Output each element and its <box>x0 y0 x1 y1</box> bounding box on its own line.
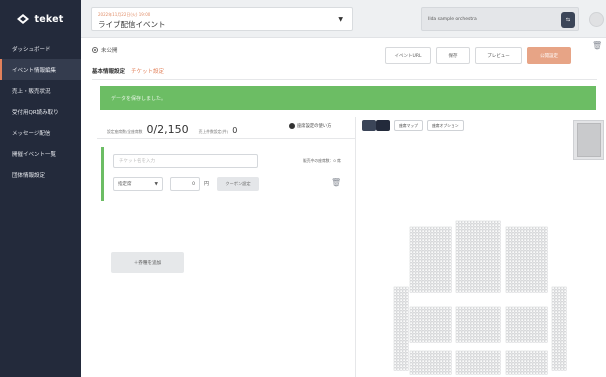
action-buttons: イベントURL 保存 プレビュー 公開設定 <box>385 47 571 64</box>
save-button[interactable]: 保存 <box>436 47 470 64</box>
success-banner: データを保存しました。 <box>100 86 596 110</box>
logo[interactable]: teket <box>0 0 81 38</box>
tabs-divider <box>92 79 597 80</box>
avatar[interactable] <box>589 12 604 27</box>
panel-divider <box>97 138 355 139</box>
seat-map[interactable] <box>366 117 606 377</box>
ticket-panel: 設定座席数/全座席数 0/2,150 売上件数設定(件) 0 座席設定の使い方 … <box>97 117 355 372</box>
event-url-button[interactable]: イベントURL <box>385 47 431 64</box>
status-label: 未公開 <box>101 48 118 54</box>
status-dot-icon <box>92 47 98 53</box>
org-name: Ilda sample orchestra <box>428 17 477 22</box>
trash-icon[interactable]: 🗑 <box>331 178 341 187</box>
main-content: 未公開 イベントURL 保存 プレビュー 公開設定 🗑 基本情報設定 チケット設… <box>81 38 606 377</box>
switch-arrows-icon[interactable]: ⇆ <box>561 12 575 28</box>
sidebar-item-qr-reader[interactable]: 受付用QR読み取り <box>0 101 81 122</box>
sidebar-item-dashboard[interactable]: ダッシュボード <box>0 38 81 59</box>
event-select[interactable]: 2022年11月22日(火) 19:00 ライブ配信イベント ▼ <box>91 7 353 31</box>
sidebar-item-sales[interactable]: 売上・販売状況 <box>0 80 81 101</box>
trash-icon[interactable]: 🗑 <box>592 41 602 50</box>
caret-down-icon: ▼ <box>154 181 158 187</box>
ticket-price-input[interactable]: 0 <box>170 177 200 191</box>
logo-text: teket <box>34 13 64 25</box>
event-name: ライブ配信イベント <box>98 20 166 29</box>
ticket-type-value: 指定席 <box>118 182 132 187</box>
sidebar-nav: ダッシュボード イベント情報編集 売上・販売状況 受付用QR読み取り メッセージ… <box>0 38 81 185</box>
ticket-card: チケット名を入力 販売中の座席数：0 席 指定席 ▼ 0 円 クーポン設定 🗑 <box>101 147 345 201</box>
ticket-type-select[interactable]: 指定席 ▼ <box>113 177 163 191</box>
limit-value: 0 <box>232 126 238 135</box>
question-icon <box>289 123 295 129</box>
teket-logo-icon <box>17 14 30 24</box>
yen-label: 円 <box>204 181 210 187</box>
topbar: 2022年11月22日(火) 19:00 ライブ配信イベント ▼ Ilda sa… <box>81 0 606 38</box>
event-date: 2022年11月22日(火) 19:00 <box>98 12 151 17</box>
status-indicator: 未公開 <box>92 46 118 54</box>
publish-button[interactable]: 公開設定 <box>527 47 571 64</box>
sidebar: teket ダッシュボード イベント情報編集 売上・販売状況 受付用QR読み取り… <box>0 0 81 377</box>
coupon-button[interactable]: クーポン設定 <box>217 177 259 191</box>
seat-counts: 設定座席数/全座席数 0/2,150 売上件数設定(件) 0 <box>107 123 237 136</box>
sidebar-item-messages[interactable]: メッセージ配信 <box>0 122 81 143</box>
limit-label: 売上件数設定(件) <box>198 129 229 134</box>
sold-label: 設定座席数/全座席数 <box>107 129 143 134</box>
guide-label: 座席設定の使い方 <box>297 124 332 129</box>
ticket-name-input[interactable]: チケット名を入力 <box>113 154 258 168</box>
caret-down-icon: ▼ <box>338 16 343 23</box>
seat-guide-link[interactable]: 座席設定の使い方 <box>289 123 331 129</box>
seatmap-panel: 座席マップ 座席オプション <box>355 117 606 377</box>
org-select[interactable]: Ilda sample orchestra ⇆ <box>421 7 579 31</box>
sidebar-item-event-list[interactable]: 開催イベント一覧 <box>0 143 81 164</box>
add-ticket-button[interactable]: ＋券種を追加 <box>111 252 184 273</box>
sale-count-label: 販売中の座席数：0 席 <box>303 158 341 163</box>
sold-value: 0/2,150 <box>146 123 189 136</box>
sidebar-item-event-edit[interactable]: イベント情報編集 <box>0 59 81 80</box>
sidebar-item-org-settings[interactable]: 団体情報設定 <box>0 164 81 185</box>
preview-button[interactable]: プレビュー <box>475 47 522 64</box>
